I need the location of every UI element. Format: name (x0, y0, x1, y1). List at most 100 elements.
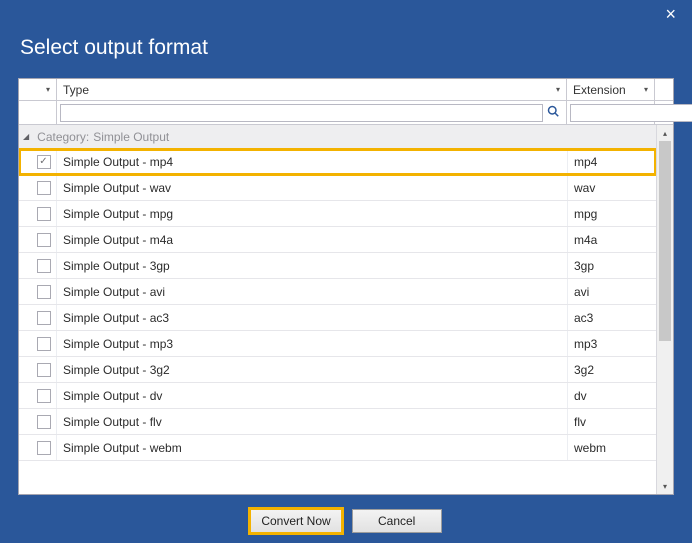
row-checkbox[interactable]: ✓ (37, 155, 51, 169)
close-icon: × (665, 4, 676, 24)
search-icon[interactable] (547, 105, 559, 120)
row-check-cell (19, 331, 57, 356)
table-row[interactable]: Simple Output - avi avi (19, 279, 656, 305)
row-check-cell (19, 201, 57, 226)
row-type-label: Simple Output - wav (63, 181, 171, 195)
row-type-label: Simple Output - 3gp (63, 259, 170, 273)
grid-panel: ▾ Type ▾ Extension ▾ (18, 78, 674, 495)
header-type[interactable]: Type ▾ (57, 79, 567, 100)
dialog-footer: Convert Now Cancel (0, 499, 692, 543)
row-checkbox[interactable] (37, 207, 51, 221)
chevron-down-icon: ▾ (556, 85, 560, 94)
scroll-thumb[interactable] (659, 141, 671, 341)
table-row[interactable]: Simple Output - 3g2 3g2 (19, 357, 656, 383)
filter-type-input[interactable] (60, 104, 543, 122)
row-checkbox[interactable] (37, 441, 51, 455)
row-ext-label: flv (574, 415, 586, 429)
row-type-label: Simple Output - avi (63, 285, 165, 299)
table-row[interactable]: Simple Output - dv dv (19, 383, 656, 409)
close-button[interactable]: × (659, 4, 682, 24)
row-type-cell: Simple Output - 3g2 (57, 357, 568, 382)
header-extension[interactable]: Extension ▾ (567, 79, 655, 100)
row-checkbox[interactable] (37, 233, 51, 247)
filter-ext-cell (567, 101, 655, 124)
table-row[interactable]: Simple Output - ac3 ac3 (19, 305, 656, 331)
row-ext-label: ac3 (574, 311, 593, 325)
table-row[interactable]: Simple Output - 3gp 3gp (19, 253, 656, 279)
table-row[interactable]: Simple Output - mpgmpg (19, 201, 656, 227)
row-ext-label: mp3 (574, 337, 597, 351)
row-ext-cell: m4a (568, 227, 656, 252)
table-row[interactable]: ✓ Simple Output - mp4 mp4 (19, 149, 656, 175)
dialog-window: × Select output format ▾ Type ▾ Extensio… (0, 0, 692, 543)
grid: ▾ Type ▾ Extension ▾ (19, 79, 673, 494)
table-row[interactable]: Simple Output - m4a m4a (19, 227, 656, 253)
row-ext-label: dv (574, 389, 587, 403)
row-ext-label: mp4 (574, 155, 597, 169)
dialog-title: Select output format (0, 0, 692, 74)
row-ext-label: 3g2 (574, 363, 594, 377)
header-check-col[interactable]: ▾ (19, 79, 57, 100)
cancel-button[interactable]: Cancel (352, 509, 442, 533)
row-type-cell: Simple Output - avi (57, 279, 568, 304)
row-checkbox[interactable] (37, 259, 51, 273)
table-row[interactable]: Simple Output - mp3 mp3 (19, 331, 656, 357)
chevron-down-icon: ▾ (46, 85, 50, 94)
row-checkbox[interactable] (37, 285, 51, 299)
row-type-label: Simple Output - flv (63, 415, 162, 429)
row-type-label: Simple Output - mp3 (63, 337, 173, 351)
row-type-cell: Simple Output - wav (57, 175, 568, 200)
row-ext-label: webm (574, 441, 606, 455)
convert-now-button[interactable]: Convert Now (250, 509, 341, 533)
row-ext-cell: avi (568, 279, 656, 304)
collapse-icon[interactable]: ◢ (23, 132, 29, 141)
row-ext-cell: dv (568, 383, 656, 408)
row-ext-cell: webm (568, 435, 656, 460)
row-checkbox[interactable] (37, 337, 51, 351)
scroll-up-icon[interactable]: ▴ (657, 125, 673, 141)
category-prefix: Category: (37, 130, 89, 144)
header-scroll-spacer (655, 79, 673, 100)
vertical-scrollbar[interactable]: ▴ ▾ (656, 125, 673, 494)
table-row[interactable]: Simple Output - webm webm (19, 435, 656, 461)
row-ext-cell: ac3 (568, 305, 656, 330)
category-name: Simple Output (93, 130, 169, 144)
table-row[interactable]: Simple Output - flv flv (19, 409, 656, 435)
row-type-cell: Simple Output - webm (57, 435, 568, 460)
row-checkbox[interactable] (37, 181, 51, 195)
row-ext-cell: 3g2 (568, 357, 656, 382)
row-type-cell: Simple Output - m4a (57, 227, 568, 252)
table-row[interactable]: Simple Output - wav wav (19, 175, 656, 201)
row-ext-cell: mpg (568, 201, 656, 226)
row-check-cell: ✓ (19, 149, 57, 174)
row-check-cell (19, 279, 57, 304)
row-type-label: Simple Output - 3g2 (63, 363, 170, 377)
row-type-label: Simple Output - webm (63, 441, 182, 455)
row-checkbox[interactable] (37, 311, 51, 325)
row-ext-cell: mp3 (568, 331, 656, 356)
row-ext-cell: 3gp (568, 253, 656, 278)
row-type-label: Simple Output - ac3 (63, 311, 169, 325)
row-check-cell (19, 357, 57, 382)
row-ext-cell: mp4 (568, 149, 656, 174)
filter-check-cell (19, 101, 57, 124)
row-type-label: Simple Output - mp4 (63, 155, 173, 169)
row-checkbox[interactable] (37, 363, 51, 377)
row-ext-label: wav (574, 181, 595, 195)
row-checkbox[interactable] (37, 389, 51, 403)
row-ext-label: 3gp (574, 259, 594, 273)
row-type-label: Simple Output - dv (63, 389, 162, 403)
row-type-label: Simple Output - m4a (63, 233, 173, 247)
row-check-cell (19, 175, 57, 200)
row-check-cell (19, 409, 57, 434)
row-ext-cell: flv (568, 409, 656, 434)
row-ext-label: avi (574, 285, 589, 299)
row-type-cell: Simple Output - mp3 (57, 331, 568, 356)
row-check-cell (19, 227, 57, 252)
filter-scroll-spacer (655, 101, 673, 124)
row-type-cell: Simple Output - mp4 (57, 149, 568, 174)
category-row[interactable]: ◢ Category: Simple Output (19, 125, 656, 149)
scroll-down-icon[interactable]: ▾ (657, 478, 673, 494)
row-checkbox[interactable] (37, 415, 51, 429)
filter-ext-input[interactable] (570, 104, 692, 122)
